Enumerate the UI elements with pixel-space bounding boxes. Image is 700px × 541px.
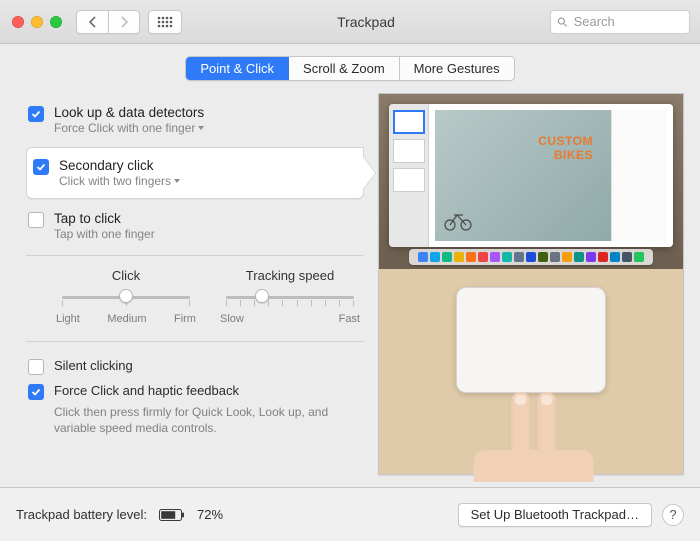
chevron-right-icon [119, 16, 129, 28]
option-lookup-title: Look up & data detectors [54, 105, 204, 120]
grid-icon [157, 16, 173, 28]
battery-icon [159, 509, 185, 521]
preview-overlay-line2: BIKES [554, 148, 593, 162]
gesture-preview: CUSTOM BIKES [378, 93, 684, 475]
check-icon [31, 109, 41, 119]
zoom-window-icon[interactable] [50, 16, 62, 28]
close-window-icon[interactable] [12, 16, 24, 28]
search-icon [557, 16, 568, 28]
option-secondary-submenu[interactable]: Click with two fingers [59, 174, 180, 188]
slider-click-track[interactable] [62, 296, 190, 299]
checkbox-lookup[interactable] [28, 106, 44, 122]
slider-tracking-label-fast: Fast [339, 313, 360, 325]
tab-point-click[interactable]: Point & Click [186, 57, 289, 80]
preview-app-window [389, 104, 673, 247]
battery-percent: 72% [197, 507, 223, 522]
tab-scroll-zoom[interactable]: Scroll & Zoom [289, 57, 400, 80]
minimize-window-icon[interactable] [31, 16, 43, 28]
checkbox-force-click[interactable] [28, 384, 44, 400]
slider-tracking: Tracking speed Slow Fast [220, 268, 360, 325]
option-force-click-label: Force Click and haptic feedback [54, 383, 239, 398]
chevron-down-icon [198, 126, 204, 130]
title-bar: Trackpad [0, 0, 700, 44]
footer-bar: Trackpad battery level: 72% Set Up Bluet… [0, 487, 700, 541]
tab-more-gestures[interactable]: More Gestures [400, 57, 514, 80]
option-tap-sub: Tap with one finger [54, 227, 155, 241]
hand-icon [469, 392, 599, 482]
forward-button[interactable] [108, 10, 140, 34]
preview-thumbnail [393, 139, 425, 163]
slider-click-knob[interactable] [119, 289, 133, 303]
option-silent-clicking[interactable]: Silent clicking [28, 354, 364, 379]
setup-bluetooth-trackpad-button[interactable]: Set Up Bluetooth Trackpad… [458, 503, 652, 527]
preview-trackpad-area [379, 269, 683, 474]
option-tap-to-click[interactable]: Tap to click Tap with one finger [26, 203, 364, 249]
option-tap-title: Tap to click [54, 211, 155, 226]
show-all-button[interactable] [148, 10, 182, 34]
checkbox-tap-to-click[interactable] [28, 212, 44, 228]
gesture-options-list: Look up & data detectors Force Click wit… [26, 91, 364, 256]
checkbox-secondary-click[interactable] [33, 159, 49, 175]
preview-desktop: CUSTOM BIKES [379, 94, 683, 269]
option-lookup-submenu[interactable]: Force Click with one finger [54, 121, 204, 135]
option-lookup[interactable]: Look up & data detectors Force Click wit… [26, 97, 364, 143]
preview-overlay-line1: CUSTOM [538, 134, 593, 148]
chevron-left-icon [88, 16, 98, 28]
slider-tracking-knob[interactable] [255, 289, 269, 303]
bottom-options: Silent clicking Force Click and haptic f… [26, 342, 364, 436]
back-button[interactable] [76, 10, 108, 34]
slider-click-label-medium: Medium [107, 313, 146, 325]
window-title: Trackpad [190, 14, 542, 30]
preview-dock [409, 249, 653, 265]
preview-thumbnail [393, 168, 425, 192]
tabs-segmented-control: Point & Click Scroll & Zoom More Gesture… [0, 44, 700, 81]
sliders-section: Click Light Medium Firm Tracking speed [26, 256, 364, 342]
option-silent-label: Silent clicking [54, 358, 133, 373]
option-secondary-click[interactable]: Secondary click Click with two fingers [26, 147, 364, 199]
battery-label: Trackpad battery level: [16, 507, 147, 522]
search-input[interactable] [572, 13, 683, 30]
slider-click-label-light: Light [56, 313, 80, 325]
slider-tracking-track[interactable] [226, 296, 354, 299]
window-controls [12, 16, 62, 28]
check-icon [31, 387, 41, 397]
slider-tracking-title: Tracking speed [220, 268, 360, 283]
slider-click-title: Click [56, 268, 196, 283]
slider-tracking-label-slow: Slow [220, 313, 244, 325]
option-force-click-desc: Click then press firmly for Quick Look, … [54, 405, 344, 436]
check-icon [36, 162, 46, 172]
help-button[interactable]: ? [662, 504, 684, 526]
checkbox-silent-clicking[interactable] [28, 359, 44, 375]
bike-icon [443, 211, 473, 231]
slider-click-label-firm: Firm [174, 313, 196, 325]
option-secondary-click-title: Secondary click [59, 158, 180, 173]
slider-click: Click Light Medium Firm [56, 268, 196, 325]
option-force-click[interactable]: Force Click and haptic feedback [28, 379, 364, 404]
nav-back-forward [76, 10, 140, 34]
trackpad-device-icon [456, 287, 606, 393]
chevron-down-icon [174, 179, 180, 183]
preview-thumbnail [393, 110, 425, 134]
search-field[interactable] [550, 10, 690, 34]
